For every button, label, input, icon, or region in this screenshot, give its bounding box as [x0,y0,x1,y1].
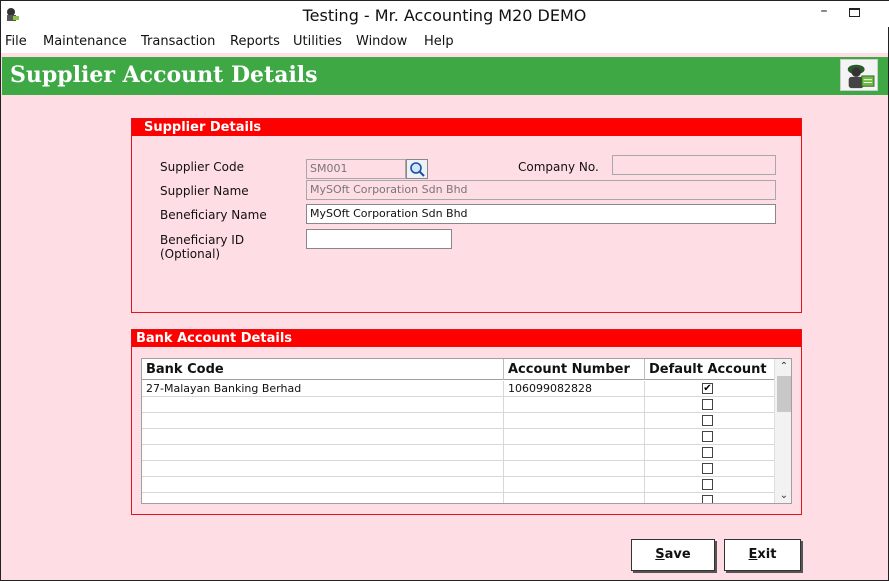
magnifier-icon [410,162,425,177]
account-number-cell[interactable] [504,429,645,445]
supplier-details-title: Supplier Details [132,119,801,136]
default-account-cell: ✔ [645,381,774,397]
bank-account-section: Bank Account Details Bank Code Account N… [131,329,802,515]
company-no-label: Company No. [518,160,599,174]
default-account-cell [645,397,774,413]
account-number-cell[interactable] [504,445,645,461]
bank-code-cell[interactable] [142,413,504,429]
exit-label-rest: xit [757,547,777,562]
supplier-lookup-button[interactable] [406,159,428,179]
default-account-checkbox[interactable] [702,479,713,490]
menu-transaction[interactable]: Transaction [141,34,215,49]
beneficiary-name-field[interactable]: MySOft Corporation Sdn Bhd [306,204,776,224]
supplier-code-label: Supplier Code [160,160,244,174]
scroll-up-icon[interactable]: ⌃ [775,360,791,374]
supplier-name-label: Supplier Name [160,184,249,198]
menu-utilities[interactable]: Utilities [293,34,342,49]
default-account-cell [645,429,774,445]
account-number-cell[interactable] [504,461,645,477]
col-bank-code[interactable]: Bank Code [142,359,504,380]
app-window: Testing - Mr. Accounting M20 DEMO – File… [0,0,889,581]
bank-code-cell[interactable] [142,429,504,445]
table-row[interactable] [142,413,774,429]
default-account-checkbox[interactable] [702,415,713,426]
company-no-field[interactable] [612,155,776,175]
scroll-thumb[interactable] [777,376,791,412]
default-account-cell [645,461,774,477]
form-header: Supplier Account Details [2,57,888,95]
maximize-button[interactable] [839,2,869,26]
grid-header: Bank Code Account Number Default Account [142,359,774,380]
save-label-first: S [655,547,665,562]
page-title: Supplier Account Details [10,62,318,88]
title-bar: Testing - Mr. Accounting M20 DEMO – [1,1,889,31]
scroll-down-icon[interactable]: ⌄ [775,489,791,503]
worker-icon [840,59,878,91]
menu-file[interactable]: File [5,34,27,49]
close-button[interactable] [867,1,889,27]
table-row[interactable] [142,397,774,413]
bank-account-grid[interactable]: Bank Code Account Number Default Account… [141,358,792,504]
bank-code-cell[interactable] [142,477,504,493]
table-row[interactable] [142,429,774,445]
table-row[interactable] [142,445,774,461]
default-account-checkbox[interactable] [702,399,713,410]
window-title: Testing - Mr. Accounting M20 DEMO [302,6,587,25]
default-account-checkbox[interactable] [702,463,713,474]
bank-code-cell[interactable] [142,461,504,477]
account-number-cell[interactable] [504,397,645,413]
beneficiary-id-label: Beneficiary ID [160,233,245,247]
supplier-code-field[interactable]: SM001 [306,159,406,179]
beneficiary-name-label: Beneficiary Name [160,208,267,222]
grid-scrollbar[interactable]: ⌃ ⌄ [774,359,791,503]
table-row[interactable] [142,477,774,493]
bank-code-cell[interactable] [142,493,504,503]
bank-code-cell[interactable] [142,445,504,461]
col-default-account[interactable]: Default Account [645,359,774,380]
beneficiary-id-field[interactable] [306,229,452,249]
bank-code-cell[interactable]: 27-Malayan Banking Berhad [142,381,504,397]
supplier-details-section: Supplier Details Supplier Code SM001 Com… [131,118,802,313]
save-button[interactable]: Save [631,539,715,571]
bank-code-cell[interactable] [142,397,504,413]
supplier-name-field[interactable]: MySOft Corporation Sdn Bhd [306,180,776,200]
default-account-checkbox[interactable]: ✔ [702,383,713,394]
bank-account-title: Bank Account Details [132,330,801,347]
account-number-cell[interactable]: 106099082828 [504,381,645,397]
default-account-checkbox[interactable] [702,495,713,503]
menu-window[interactable]: Window [356,34,407,49]
table-row[interactable]: 27-Malayan Banking Berhad 106099082828 ✔ [142,381,774,397]
menu-maintenance[interactable]: Maintenance [43,34,127,49]
menu-bar: File Maintenance Transaction Reports Uti… [1,31,888,53]
minimize-button[interactable]: – [809,3,839,27]
table-row[interactable] [142,493,774,503]
default-account-checkbox[interactable] [702,447,713,458]
exit-button[interactable]: Exit [724,539,801,571]
account-number-cell[interactable] [504,413,645,429]
account-number-cell[interactable] [504,477,645,493]
default-account-cell [645,445,774,461]
col-account-number[interactable]: Account Number [504,359,645,380]
menu-help[interactable]: Help [424,34,454,49]
save-label-rest: ave [664,547,691,562]
default-account-cell [645,477,774,493]
table-row[interactable] [142,461,774,477]
default-account-cell [645,493,774,503]
default-account-checkbox[interactable] [702,431,713,442]
menu-reports[interactable]: Reports [230,34,280,49]
maximize-icon [848,8,860,17]
account-number-cell[interactable] [504,493,645,503]
default-account-cell [645,413,774,429]
beneficiary-id-optional-label: (Optional) [160,247,221,261]
